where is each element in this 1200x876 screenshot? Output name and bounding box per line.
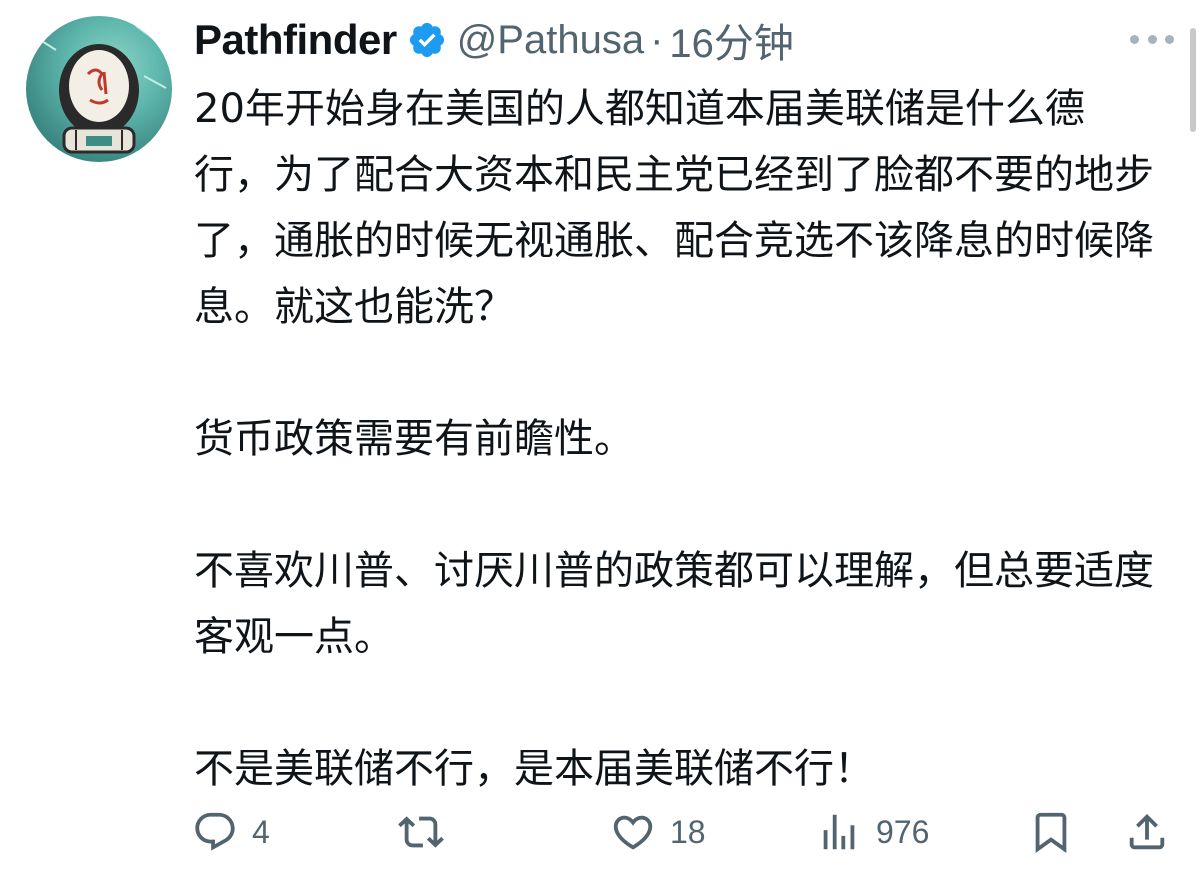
avatar[interactable] xyxy=(26,16,172,162)
display-name[interactable]: Pathfinder xyxy=(194,16,397,64)
separator-dot: · xyxy=(650,17,664,62)
tweet-paragraph: 货币政策需要有前瞻性。 xyxy=(194,416,634,462)
tweet-paragraph: 20年开始身在美国的人都知道本届美联储是什么德行，为了配合大资本和民主党已经到了… xyxy=(194,86,1154,330)
views-button[interactable]: 976 xyxy=(816,800,929,864)
tweet-paragraph: 不是美联储不行，是本届美联储不行！ xyxy=(194,746,874,792)
user-handle[interactable]: @Pathusa xyxy=(457,18,644,63)
views-icon xyxy=(823,814,855,850)
bookmark-button[interactable] xyxy=(1028,800,1074,864)
reply-count: 4 xyxy=(252,813,270,850)
more-options-icon[interactable] xyxy=(1130,28,1174,50)
like-button[interactable]: 18 xyxy=(610,800,706,864)
reply-icon xyxy=(195,812,235,851)
share-button[interactable] xyxy=(1124,800,1170,864)
retweet-button[interactable] xyxy=(398,800,458,864)
share-icon xyxy=(1129,813,1165,850)
scroll-indicator[interactable] xyxy=(1190,28,1196,132)
action-bar: 4 18 976 xyxy=(0,800,1200,864)
timestamp[interactable]: 16分钟 xyxy=(669,11,794,69)
heart-icon xyxy=(613,815,653,850)
tweet-paragraph: 不喜欢川普、讨厌川普的政策都可以理解，但总要适度客观一点。 xyxy=(194,548,1154,660)
verified-badge-icon xyxy=(407,20,447,60)
more-dot xyxy=(1165,34,1174,44)
reply-button[interactable]: 4 xyxy=(192,800,270,864)
astronaut-avatar-icon xyxy=(33,25,167,154)
views-count: 976 xyxy=(876,813,930,850)
more-dot xyxy=(1147,34,1157,44)
more-dot xyxy=(1130,34,1139,44)
tweet-header: Pathfinder @Pathusa · 16分钟 xyxy=(194,10,794,70)
tweet-card: Pathfinder @Pathusa · 16分钟 20年开始身在美国的人都知… xyxy=(0,0,1200,876)
tweet-text: 20年开始身在美国的人都知道本届美联储是什么德行，为了配合大资本和民主党已经到了… xyxy=(194,76,1154,802)
bookmark-icon xyxy=(1035,812,1067,853)
like-count: 18 xyxy=(670,813,706,850)
retweet-icon xyxy=(398,816,444,848)
